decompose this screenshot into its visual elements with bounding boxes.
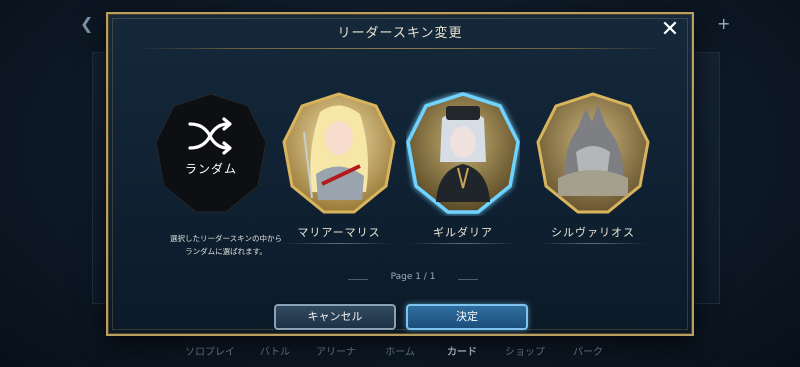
skin-name-maria: マリアーマリス	[297, 226, 381, 239]
random-skin-option[interactable]: ランダム	[154, 92, 268, 216]
cancel-button[interactable]: キャンセル	[274, 304, 396, 330]
skin-label-underline	[539, 243, 647, 244]
skin-name-silvarios: シルヴァリオス	[551, 226, 635, 239]
title-divider	[136, 48, 664, 49]
random-description-line2: ランダムに選ばれます。	[185, 247, 267, 256]
close-icon[interactable]: ✕	[658, 18, 682, 42]
skin-portrait-silvarios	[536, 92, 650, 214]
bottom-nav: ソロプレイ バトル アリーナ ホーム カード ショップ パーク	[0, 339, 800, 361]
skin-portrait-gildaria	[406, 92, 520, 214]
random-emblem	[155, 93, 267, 213]
nav-item-battle: バトル	[259, 347, 291, 358]
pager-line-right	[458, 279, 478, 280]
confirm-button[interactable]: 決定	[406, 304, 528, 330]
nav-item-home: ホーム	[385, 347, 415, 358]
nav-item-shop: ショップ	[505, 347, 545, 358]
page-text: Page 1 / 1	[390, 272, 436, 282]
skin-name-gildaria: ギルダリア	[433, 226, 493, 239]
dialog-title: リーダースキン変更	[337, 26, 463, 41]
skin-label-underline	[409, 243, 517, 244]
page-indicator: Page 1 / 1	[348, 272, 478, 286]
nav-item-card: カード	[447, 347, 477, 358]
random-label: ランダム	[184, 162, 237, 176]
skin-label-silvarios-wrap: シルヴァリオス	[533, 224, 653, 244]
skin-label-maria-wrap: マリアーマリス	[279, 224, 399, 244]
skin-option-gildaria[interactable]	[406, 92, 520, 216]
skin-portrait-maria	[282, 92, 396, 214]
skin-label-gildaria-wrap: ギルダリア	[403, 224, 523, 244]
nav-item-park: パーク	[573, 347, 603, 358]
skin-option-maria[interactable]	[282, 92, 396, 216]
leader-skin-dialog: リーダースキン変更 ✕ ランダム 選択したリーダースキンの中から ランダムに選ば…	[106, 12, 694, 336]
back-icon: ❮	[80, 14, 94, 33]
skin-option-silvarios[interactable]	[536, 92, 650, 216]
nav-item-arena: アリーナ	[316, 347, 356, 358]
skin-label-underline	[285, 243, 393, 244]
nav-item-solo: ソロプレイ	[185, 347, 235, 358]
plus-icon: +	[717, 14, 731, 33]
